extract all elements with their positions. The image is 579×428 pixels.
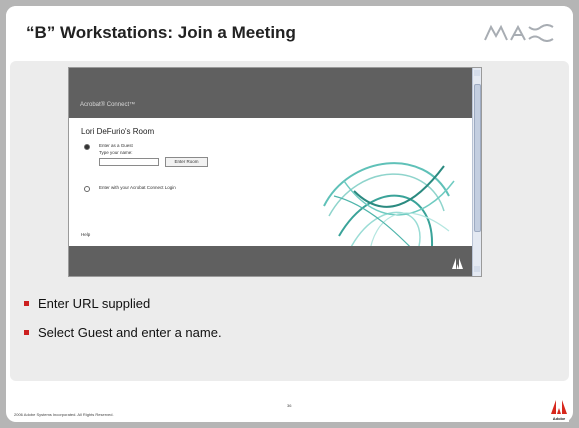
login-radio[interactable] — [84, 186, 90, 192]
room-title: Lori DeFurio's Room — [81, 127, 155, 136]
acrobat-connect-login-screenshot: Acrobat® Connect™ Lori DeFurio's Room En… — [68, 67, 482, 277]
guest-name-input[interactable] — [99, 158, 159, 166]
connect-body: Lori DeFurio's Room Enter as a Guest Typ… — [69, 118, 473, 262]
guest-option-label: Enter as a Guest — [99, 143, 133, 148]
scroll-thumb[interactable] — [474, 84, 481, 232]
scroll-down-arrow-icon[interactable] — [474, 266, 480, 272]
bullet-list: Enter URL supplied Select Guest and ente… — [24, 296, 222, 354]
slide: “B” Workstations: Join a Meeting Acrobat… — [6, 6, 573, 422]
help-link[interactable]: Help — [81, 232, 90, 237]
bullet-icon — [24, 330, 29, 335]
connect-header: Acrobat® Connect™ — [69, 68, 473, 118]
content-panel: Acrobat® Connect™ Lori DeFurio's Room En… — [10, 61, 569, 381]
slide-title: “B” Workstations: Join a Meeting — [26, 23, 296, 42]
bullet-text: Select Guest and enter a name. — [38, 325, 222, 340]
name-prompt: Type your name: — [99, 150, 133, 155]
login-option-label: Enter with your Acrobat Connect Login — [99, 185, 176, 190]
svg-text:Adobe: Adobe — [553, 416, 566, 421]
max-logo-icon — [484, 24, 554, 42]
bullet-icon — [24, 301, 29, 306]
scroll-up-arrow-icon[interactable] — [474, 70, 480, 76]
guest-radio[interactable] — [84, 144, 90, 150]
scrollbar[interactable] — [472, 68, 481, 276]
connect-footer — [69, 246, 473, 276]
connect-brand: Acrobat® Connect™ — [80, 102, 136, 108]
page-number: 36 — [287, 403, 292, 408]
adobe-icon — [452, 258, 463, 269]
adobe-logo-icon: Adobe — [549, 398, 569, 422]
slide-title-bar: “B” Workstations: Join a Meeting — [6, 6, 573, 58]
bullet-item: Enter URL supplied — [24, 296, 222, 325]
bullet-item: Select Guest and enter a name. — [24, 325, 222, 354]
copyright-text: 2006 Adobe Systems Incorporated. All Rig… — [14, 412, 114, 417]
bullet-text: Enter URL supplied — [38, 296, 151, 311]
enter-room-button[interactable]: Enter Room — [165, 157, 208, 167]
